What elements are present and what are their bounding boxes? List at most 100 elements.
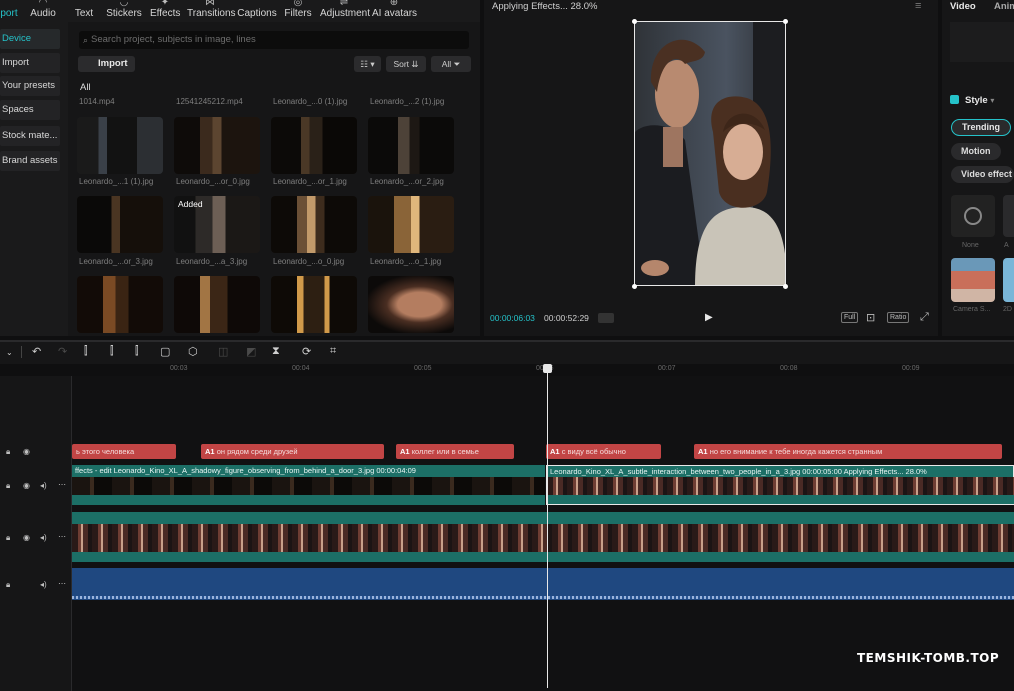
overlay-track-filmstrip[interactable] xyxy=(72,524,1014,552)
search-input[interactable]: Search project, subjects in image, lines xyxy=(79,31,469,49)
playhead-handle[interactable] xyxy=(543,364,552,373)
media-thumbnail[interactable] xyxy=(368,196,454,253)
media-thumbnail[interactable] xyxy=(368,117,454,174)
filter-button[interactable]: All ⏷ xyxy=(431,56,471,72)
preset-2d-thumb[interactable] xyxy=(1003,258,1014,302)
crop-handle[interactable] xyxy=(783,284,788,289)
pill-motion[interactable]: Motion xyxy=(951,143,1001,160)
tool-effects[interactable]: ✦ Effects xyxy=(150,0,180,22)
playhead[interactable] xyxy=(547,368,548,688)
media-thumbnail[interactable] xyxy=(174,276,260,333)
overlay-track-header[interactable] xyxy=(72,512,1014,524)
sidebar-item-device[interactable]: Device xyxy=(0,29,60,49)
text-clip[interactable]: A1 но его внимание к тебе иногда кажется… xyxy=(694,444,1002,459)
eye-icon[interactable]: ◉ xyxy=(23,481,30,490)
timecode-toggle-icon[interactable] xyxy=(598,313,614,323)
tool-adjustment[interactable]: ⇌ Adjustment xyxy=(320,0,370,22)
preset-tile[interactable] xyxy=(1003,195,1014,237)
media-thumbnail[interactable] xyxy=(271,117,357,174)
more-icon[interactable]: ⋯ xyxy=(58,532,66,541)
crop-handle[interactable] xyxy=(783,19,788,24)
media-thumbnail[interactable]: Added xyxy=(174,196,260,253)
tool-filters[interactable]: ◎ Filters xyxy=(284,0,312,22)
text-clip[interactable]: ь этого человека xyxy=(72,444,176,459)
mirror-icon[interactable]: ⧗ xyxy=(272,345,280,358)
split-left-icon[interactable]: ⫿ xyxy=(110,345,114,358)
volume-icon[interactable]: ◂) xyxy=(40,481,47,490)
media-thumbnail[interactable] xyxy=(77,196,163,253)
sort-button[interactable]: Sort ⇊ xyxy=(386,56,426,72)
volume-icon[interactable]: ◂) xyxy=(40,580,47,589)
style-checkbox[interactable] xyxy=(950,95,959,104)
media-thumbnail[interactable] xyxy=(368,276,454,333)
volume-icon[interactable]: ◂) xyxy=(40,533,47,542)
player-title: Applying Effects... 28.0% xyxy=(492,1,598,12)
import-button[interactable]: Import xyxy=(78,56,135,72)
more-icon[interactable]: ⋯ xyxy=(58,579,66,588)
media-thumbnail[interactable] xyxy=(77,117,163,174)
eye-icon[interactable]: ◉ xyxy=(23,533,30,542)
pill-trending[interactable]: Trending xyxy=(951,119,1011,136)
tool-import[interactable]: port xyxy=(0,0,18,22)
video-preview[interactable] xyxy=(634,21,786,286)
lock-icon[interactable]: 🔒︎ xyxy=(6,580,10,590)
reverse-icon: ◩ xyxy=(246,346,257,358)
lock-icon[interactable]: 🔒︎ xyxy=(6,447,10,457)
sidebar-item-import[interactable]: Import xyxy=(0,53,60,73)
video-clip-filmstrip-selected[interactable] xyxy=(546,477,1014,495)
media-thumbnail[interactable] xyxy=(271,276,357,333)
delete-icon[interactable]: ▢ xyxy=(160,345,170,358)
split-icon[interactable]: ⫿ xyxy=(84,345,88,358)
media-thumbnail[interactable] xyxy=(77,276,163,333)
video-clip-header-selected[interactable]: Leonardo_Kino_XL_A_subtle_interaction_be… xyxy=(546,465,1014,477)
crop-handle[interactable] xyxy=(632,19,637,24)
redo-icon: ↷ xyxy=(58,346,68,358)
video-clip-filmstrip[interactable] xyxy=(72,477,545,495)
sidebar-item-brand-assets[interactable]: Brand assets xyxy=(0,151,60,171)
tab-video[interactable]: Video xyxy=(950,1,976,12)
sidebar-item-presets[interactable]: Your presets xyxy=(0,76,60,96)
marker-icon[interactable]: ⬡ xyxy=(188,345,198,358)
pill-video-effect[interactable]: Video effect xyxy=(951,166,1014,183)
chevron-down-icon[interactable]: ⌄ xyxy=(6,348,13,357)
tool-transitions[interactable]: ⋈ Transitions xyxy=(187,0,236,22)
ai-avatar-icon: ⊕ xyxy=(389,0,399,8)
ruler-tick: 00:07 xyxy=(658,365,676,372)
split-right-icon[interactable]: ⫿ xyxy=(135,345,139,358)
thumb-label: Leonardo_...or_1.jpg xyxy=(273,177,347,186)
lock-icon[interactable]: 🔒︎ xyxy=(6,533,10,543)
audio-icon: ◠ xyxy=(38,0,48,8)
sidebar-item-stock[interactable]: Stock mate... xyxy=(0,126,60,146)
preset-camera-thumb[interactable] xyxy=(951,258,995,302)
ratio-button[interactable]: Ratio xyxy=(887,312,910,323)
menu-icon[interactable]: ≡ xyxy=(915,0,921,12)
preset-none[interactable] xyxy=(951,195,995,237)
text-clip[interactable]: A1 он рядом среди друзей xyxy=(201,444,384,459)
screenshot-icon[interactable]: ⊡ xyxy=(866,311,875,324)
play-icon[interactable]: ▶ xyxy=(705,312,713,323)
crop-icon[interactable]: ⌗ xyxy=(330,345,336,358)
full-button[interactable]: Full xyxy=(841,312,859,323)
tab-animation[interactable]: Anim xyxy=(994,1,1014,12)
fullscreen-icon[interactable]: ⤢ xyxy=(920,311,929,324)
lock-icon[interactable]: 🔒︎ xyxy=(6,481,10,491)
text-clip[interactable]: A1 коллег или в семье xyxy=(396,444,514,459)
media-thumbnail[interactable] xyxy=(174,117,260,174)
crop-handle[interactable] xyxy=(632,284,637,289)
more-icon[interactable]: ⋯ xyxy=(58,480,66,489)
thumb-label: Leonardo_...0 (1).jpg xyxy=(273,97,348,106)
rotate-icon[interactable]: ⟳ xyxy=(302,345,311,358)
tool-text[interactable]: Text xyxy=(72,0,96,22)
undo-icon[interactable]: ↶ xyxy=(32,345,41,358)
view-toggle-button[interactable]: ☷ ▾ xyxy=(354,56,381,72)
tool-stickers[interactable]: ◡ Stickers xyxy=(106,0,142,22)
text-clip[interactable]: A1 с виду всё обычно xyxy=(546,444,661,459)
video-clip-header[interactable]: ffects - edit Leonardo_Kino_XL_A_shadowy… xyxy=(72,465,545,477)
media-thumbnail[interactable] xyxy=(271,196,357,253)
text-icon xyxy=(72,0,96,8)
tool-audio[interactable]: ◠ Audio xyxy=(28,0,58,22)
sidebar-item-spaces[interactable]: Spaces xyxy=(0,100,60,120)
eye-icon[interactable]: ◉ xyxy=(23,447,30,456)
tool-ai-avatars[interactable]: ⊕ AI avatars xyxy=(372,0,417,22)
tool-captions[interactable]: Captions xyxy=(237,0,277,22)
